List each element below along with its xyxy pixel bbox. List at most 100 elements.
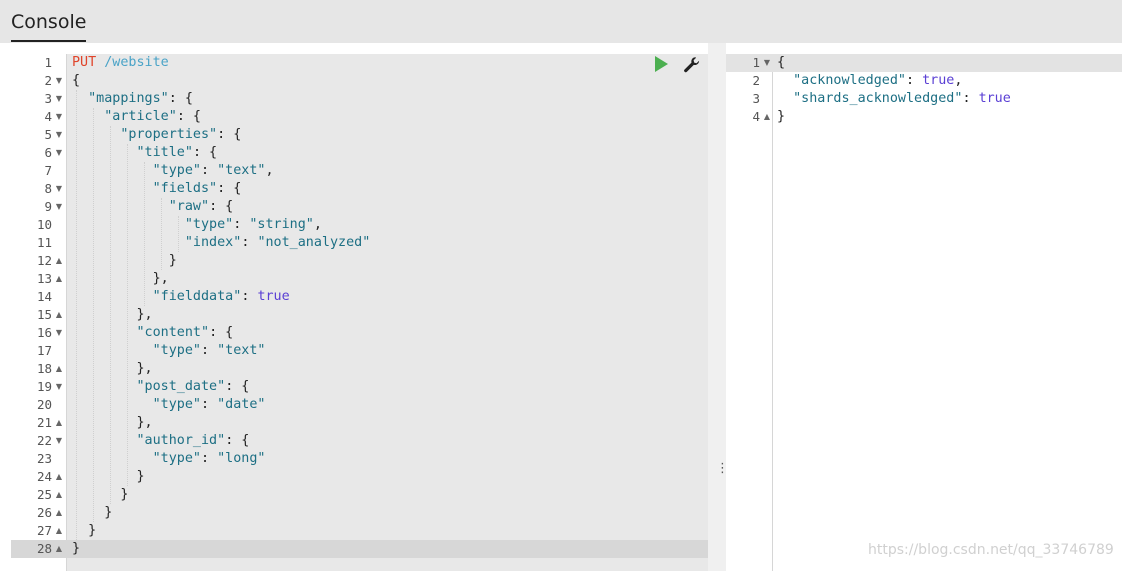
indent-guide — [93, 108, 94, 522]
line-number: 3 — [44, 91, 52, 106]
fold-expand-icon[interactable]: ▲ — [54, 486, 64, 504]
code-token: "properties" — [120, 127, 218, 142]
code-line[interactable]: }, — [72, 270, 169, 288]
code-line[interactable]: "content": { — [72, 324, 234, 342]
fold-collapse-icon[interactable]: ▼ — [54, 108, 64, 126]
fold-expand-icon[interactable]: ▲ — [762, 108, 772, 126]
response-gutter — [726, 54, 773, 571]
code-token: }, — [72, 307, 153, 322]
fold-collapse-icon[interactable]: ▼ — [54, 144, 64, 162]
line-number: 3 — [752, 91, 760, 106]
code-token: { — [777, 55, 786, 70]
fold-collapse-icon[interactable]: ▼ — [762, 54, 772, 72]
code-line[interactable]: "shards_acknowledged": true — [777, 90, 1011, 108]
code-line[interactable]: PUT /website — [72, 54, 169, 72]
line-number: 24 — [36, 469, 52, 484]
code-token: { — [72, 73, 81, 88]
code-token: : { — [225, 379, 250, 394]
line-number: 28 — [36, 541, 52, 556]
code-token: "type" — [152, 451, 201, 466]
code-token: : — [241, 235, 258, 250]
line-number: 9 — [44, 199, 52, 214]
fold-collapse-icon[interactable]: ▼ — [54, 180, 64, 198]
line-number: 13 — [36, 271, 52, 286]
code-token: : { — [209, 325, 234, 340]
code-line[interactable]: { — [72, 72, 80, 90]
fold-expand-icon[interactable]: ▲ — [54, 504, 64, 522]
fold-expand-icon[interactable]: ▲ — [54, 540, 64, 558]
line-number: 22 — [36, 433, 52, 448]
line-number: 2 — [44, 73, 52, 88]
fold-collapse-icon[interactable]: ▼ — [54, 324, 64, 342]
fold-collapse-icon[interactable]: ▼ — [54, 72, 64, 90]
code-line[interactable]: } — [777, 108, 785, 126]
code-line[interactable]: { — [777, 54, 785, 72]
code-line[interactable]: "type": "text" — [72, 342, 266, 360]
code-token: "type" — [152, 163, 201, 178]
code-line[interactable]: "type": "text", — [72, 162, 274, 180]
fold-collapse-icon[interactable]: ▼ — [54, 432, 64, 450]
code-token: true — [257, 289, 290, 304]
fold-expand-icon[interactable]: ▲ — [54, 360, 64, 378]
code-line[interactable]: "post_date": { — [72, 378, 250, 396]
code-line[interactable]: } — [72, 468, 145, 486]
fold-collapse-icon[interactable]: ▼ — [54, 378, 64, 396]
code-line[interactable]: "author_id": { — [72, 432, 250, 450]
code-line[interactable]: "properties": { — [72, 126, 241, 144]
fold-expand-icon[interactable]: ▲ — [54, 414, 64, 432]
code-token: : — [201, 451, 218, 466]
code-line[interactable]: "acknowledged": true, — [777, 72, 962, 90]
line-number: 2 — [752, 73, 760, 88]
line-number: 21 — [36, 415, 52, 430]
fold-expand-icon[interactable]: ▲ — [54, 270, 64, 288]
play-icon[interactable] — [655, 56, 668, 72]
code-token: "type" — [184, 217, 234, 232]
fold-expand-icon[interactable]: ▲ — [54, 522, 64, 540]
fold-collapse-icon[interactable]: ▼ — [54, 198, 64, 216]
code-token: : — [201, 163, 218, 178]
code-token: "acknowledged" — [793, 73, 906, 88]
watermark: https://blog.csdn.net/qq_33746789 — [868, 542, 1114, 558]
code-line[interactable]: "type": "date" — [72, 396, 266, 414]
line-number: 1 — [752, 55, 760, 70]
response-active-line — [726, 54, 1122, 72]
wrench-icon[interactable] — [682, 55, 702, 75]
code-token: "date" — [217, 397, 266, 412]
code-line[interactable]: }, — [72, 306, 153, 324]
line-number: 19 — [36, 379, 52, 394]
line-number: 20 — [36, 397, 52, 412]
pane-splitter[interactable] — [708, 43, 726, 571]
code-token: } — [72, 541, 81, 556]
code-line[interactable]: "fielddata": true — [72, 288, 290, 306]
fold-expand-icon[interactable]: ▲ — [54, 468, 64, 486]
code-token: /website — [96, 55, 169, 70]
code-line[interactable]: "fields": { — [72, 180, 242, 198]
line-number: 17 — [36, 343, 52, 358]
code-token: } — [777, 109, 786, 124]
code-line[interactable]: "raw": { — [72, 198, 234, 216]
code-line[interactable]: } — [72, 540, 80, 558]
fold-expand-icon[interactable]: ▲ — [54, 306, 64, 324]
code-line[interactable]: }, — [72, 414, 152, 432]
code-line[interactable]: "index": "not_analyzed" — [72, 234, 370, 252]
code-line[interactable]: "mappings": { — [72, 90, 193, 108]
fold-collapse-icon[interactable]: ▼ — [54, 126, 64, 144]
code-token: "index" — [184, 235, 242, 250]
fold-expand-icon[interactable]: ▲ — [54, 252, 64, 270]
code-token: , — [313, 217, 322, 232]
code-line[interactable]: } — [72, 486, 128, 504]
fold-collapse-icon[interactable]: ▼ — [54, 90, 64, 108]
code-line[interactable]: "type": "long" — [72, 450, 266, 468]
code-token: , — [265, 163, 274, 178]
code-token: "post_date" — [136, 379, 226, 394]
code-line[interactable]: }, — [72, 360, 152, 378]
code-line[interactable]: "article": { — [72, 108, 201, 126]
code-token: } — [72, 469, 145, 484]
tab-console[interactable]: Console — [11, 9, 87, 42]
code-token: , — [954, 73, 963, 88]
